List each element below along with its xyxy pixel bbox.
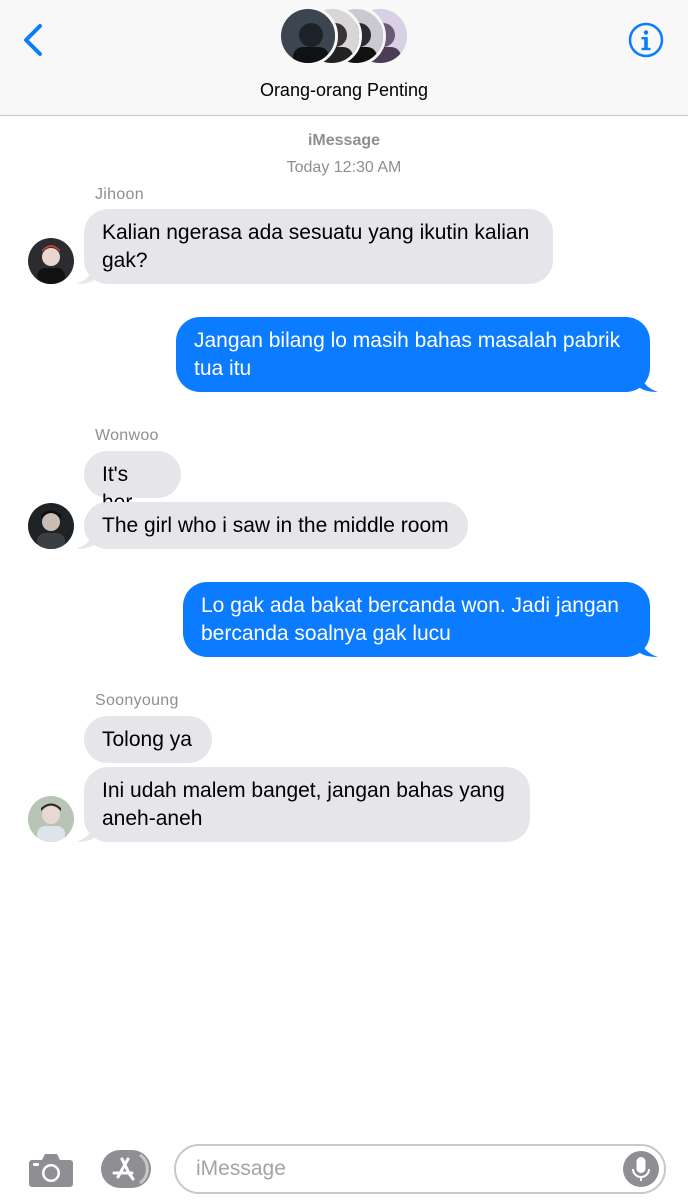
message-bubble[interactable]: It's her — [84, 451, 181, 514]
message-bubble[interactable]: Kalian ngerasa ada sesuatu yang ikutin k… — [84, 209, 553, 284]
conversation-header: Orang-orang Penting — [0, 0, 688, 116]
message-bubble[interactable]: Jangan bilang lo masih bahas masalah pab… — [176, 317, 650, 392]
conversation-timestamp: Today 12:30 AM — [286, 159, 402, 176]
microphone-button[interactable] — [622, 1150, 660, 1188]
member-avatar — [278, 6, 338, 66]
app-store-icon — [101, 1150, 151, 1188]
message-field[interactable] — [174, 1144, 666, 1194]
avatar[interactable] — [28, 503, 74, 549]
group-title[interactable]: Orang-orang Penting — [0, 80, 688, 101]
info-button[interactable] — [628, 22, 664, 58]
sender-name: Jihoon — [95, 186, 144, 203]
info-circle-icon — [628, 22, 664, 58]
bubble-tail — [636, 635, 658, 657]
bubble-tail — [76, 527, 98, 549]
camera-button[interactable] — [28, 1150, 74, 1188]
message-bubble[interactable]: Ini udah malem banget, jangan bahas yang… — [84, 767, 530, 842]
back-button[interactable] — [14, 20, 54, 60]
service-label: iMessage — [307, 132, 381, 149]
avatar[interactable] — [28, 238, 74, 284]
chevron-left-icon — [24, 24, 42, 56]
group-avatar[interactable] — [278, 6, 410, 68]
bubble-tail — [636, 370, 658, 392]
message-bubble[interactable]: Tolong ya — [84, 716, 212, 763]
bubble-tail — [76, 820, 98, 842]
sender-name: Soonyoung — [95, 692, 179, 709]
sender-name: Wonwoo — [95, 427, 159, 444]
avatar[interactable] — [28, 796, 74, 842]
camera-icon — [29, 1154, 73, 1187]
message-input[interactable] — [196, 1146, 616, 1192]
message-bubble[interactable]: Lo gak ada bakat bercanda won. Jadi jang… — [183, 582, 650, 657]
bubble-tail — [76, 262, 98, 284]
app-store-button[interactable] — [100, 1149, 152, 1189]
message-bubble[interactable]: The girl who i saw in the middle room — [84, 502, 468, 549]
microphone-icon — [623, 1151, 659, 1187]
